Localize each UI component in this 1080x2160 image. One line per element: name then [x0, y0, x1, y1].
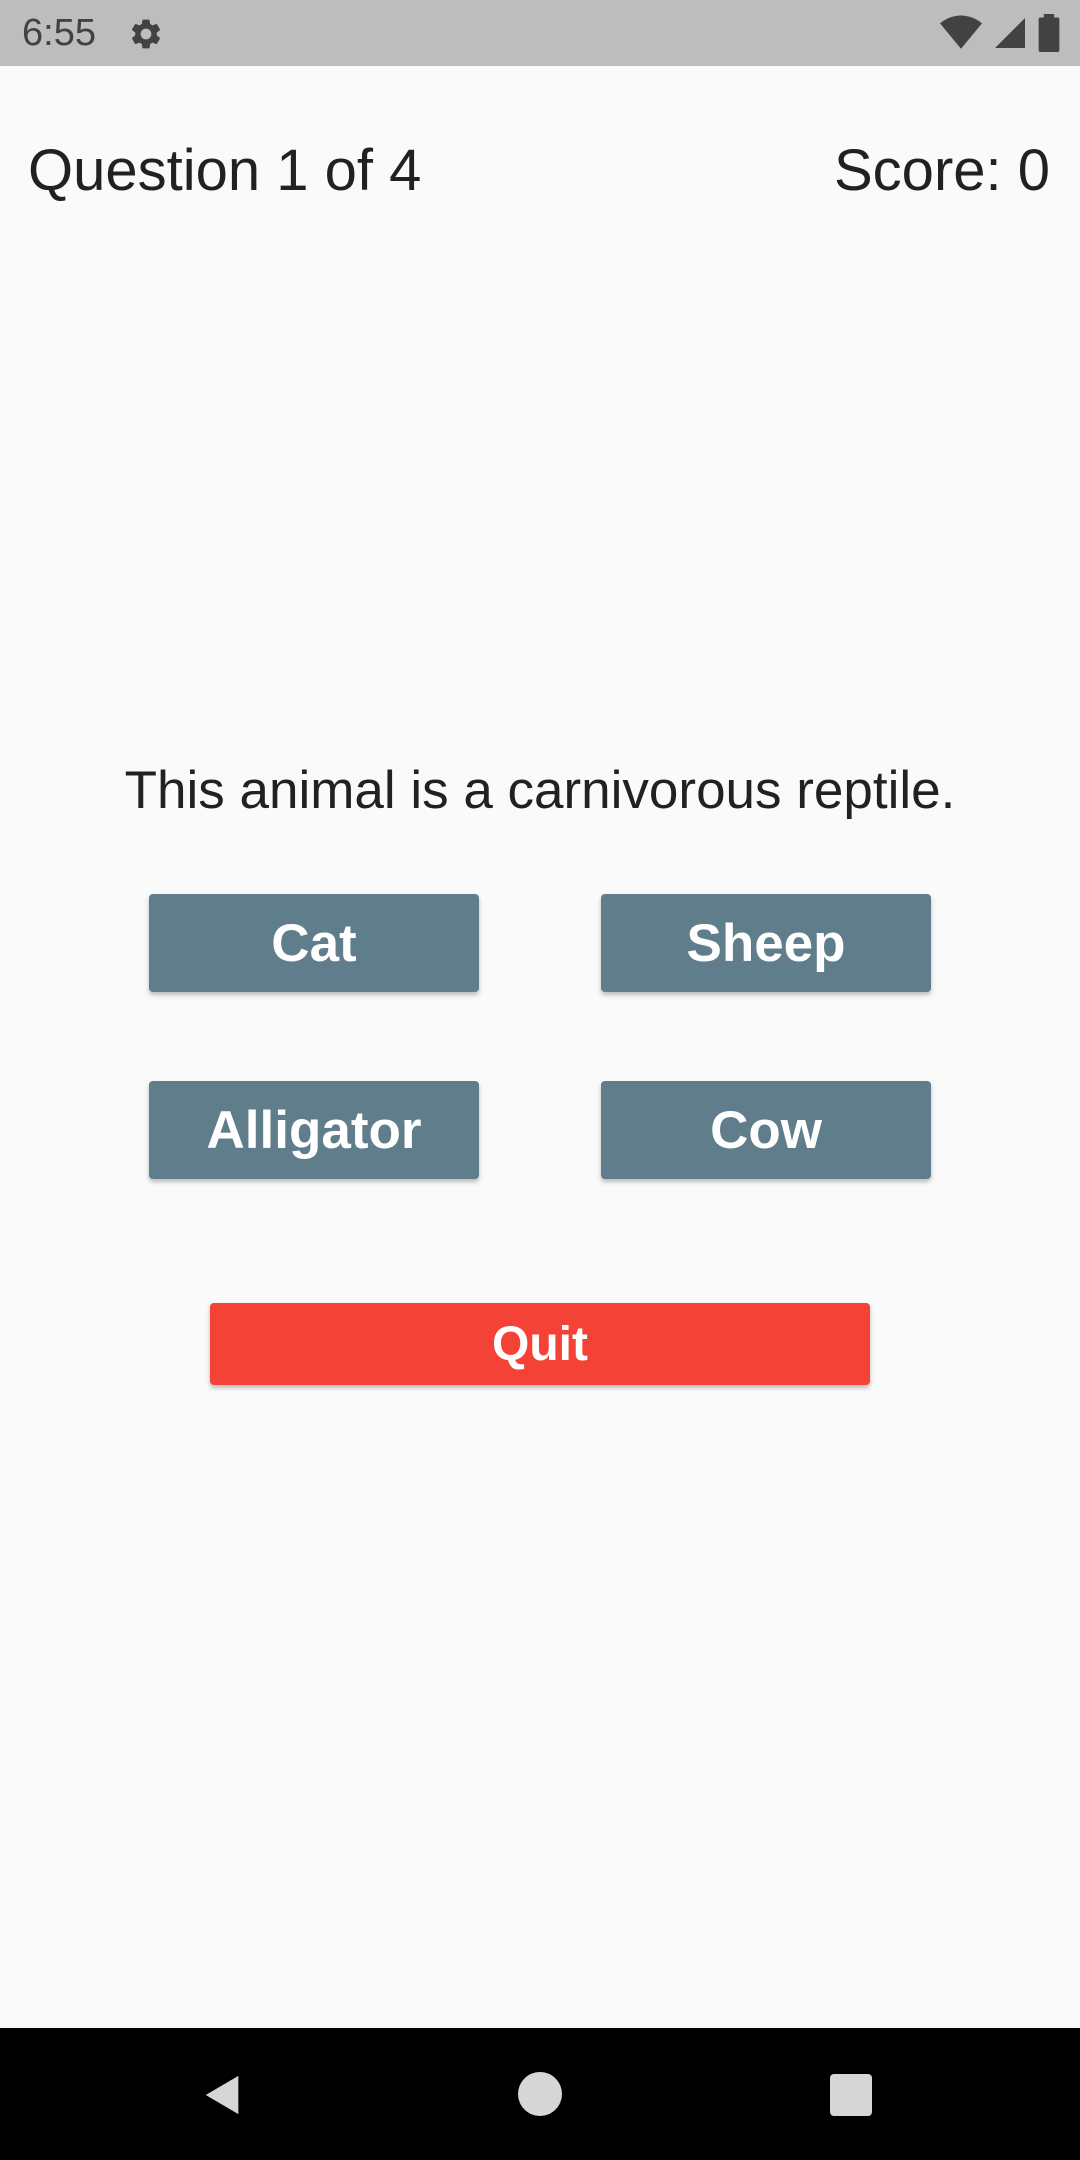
signal-icon	[992, 15, 1028, 56]
quit-button[interactable]: Quit	[210, 1303, 870, 1385]
quiz-screen: 6:55 Question 1 of 4 Score: 0 This anima…	[0, 0, 1080, 2160]
answer-button-cat[interactable]: Cat	[149, 894, 479, 992]
back-icon[interactable]	[200, 2072, 246, 2118]
question-progress: Question 1 of 4	[28, 138, 422, 203]
gear-icon	[128, 16, 164, 52]
answer-button-sheep[interactable]: Sheep	[601, 894, 931, 992]
recents-icon[interactable]	[830, 2074, 872, 2116]
navigation-bar	[0, 2028, 1080, 2160]
score-label: Score: 0	[834, 138, 1050, 203]
question-text: This animal is a carnivorous reptile.	[124, 761, 956, 820]
home-icon[interactable]	[518, 2072, 562, 2116]
status-time: 6:55	[22, 12, 96, 54]
status-icons	[940, 14, 1060, 57]
battery-icon	[1038, 14, 1060, 57]
status-bar: 6:55	[0, 0, 1080, 66]
wifi-icon	[940, 15, 982, 56]
answer-button-cow[interactable]: Cow	[601, 1081, 931, 1179]
answer-button-alligator[interactable]: Alligator	[149, 1081, 479, 1179]
